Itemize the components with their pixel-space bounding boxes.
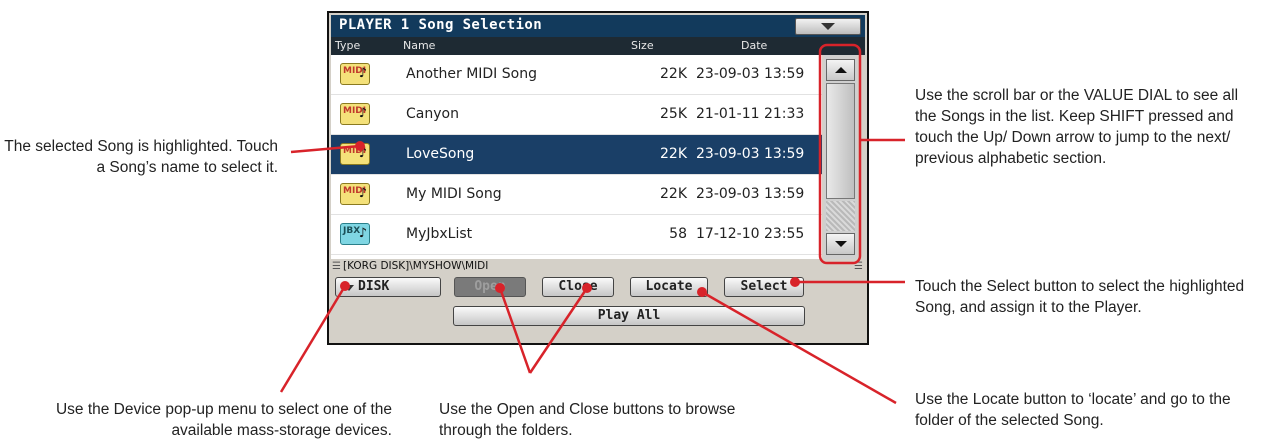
callout-dot — [697, 287, 707, 297]
device-menu-leader — [279, 285, 347, 393]
callout-dot — [790, 277, 800, 287]
callout-dot — [340, 281, 350, 291]
close-leader — [528, 287, 589, 374]
caption-selected-song: The selected Song is highlighted. Touch … — [4, 138, 278, 176]
caption-open-close: Use the Open and Close buttons to browse… — [439, 401, 736, 439]
selected-song-leader — [290, 144, 361, 154]
caption-scrollbar: Use the scroll bar or the VALUE DIAL to … — [915, 87, 1239, 167]
caption-select-button: Touch the Select button to select the hi… — [915, 278, 1245, 316]
locate-leader — [701, 290, 897, 405]
caption-locate: Use the Locate button to ‘locate’ and go… — [915, 391, 1231, 429]
open-leader — [498, 287, 532, 374]
callout-dot — [355, 141, 365, 151]
scrollbar-highlight-box — [818, 43, 862, 265]
callout-dot — [582, 283, 592, 293]
caption-device-menu: Use the Device pop-up menu to select one… — [55, 401, 392, 439]
callout-lines — [279, 43, 905, 405]
callout-dot — [495, 283, 505, 293]
